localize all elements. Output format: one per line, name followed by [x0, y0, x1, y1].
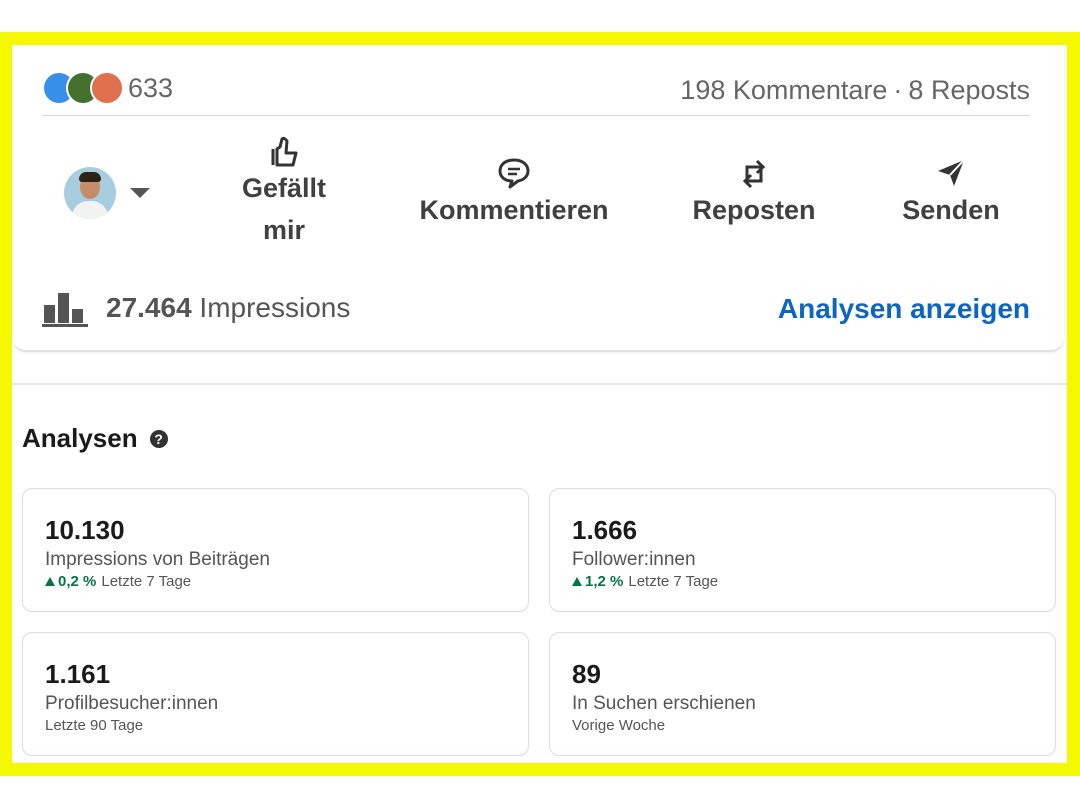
stat-period: Vorige Woche	[572, 717, 666, 734]
reposts-count-link[interactable]: 8 Reposts	[908, 75, 1030, 105]
thumbs-up-icon	[271, 136, 298, 167]
send-icon	[938, 159, 965, 186]
like-label: Gefällt mir	[241, 173, 327, 245]
stat-label: Impressions von Beiträgen	[45, 549, 270, 570]
separator-dot: ·	[893, 75, 903, 105]
post-card: 633 198 Kommentare · 8 Reposts Gefällt m…	[12, 45, 1064, 352]
impressions-text: 27.464 Impressions	[106, 292, 350, 324]
post-action-bar: Gefällt mir Kommentieren Reposten Senden	[64, 135, 1014, 255]
repost-button[interactable]: Reposten	[684, 157, 824, 231]
comment-label: Kommentieren	[419, 195, 609, 225]
reaction-icons	[42, 71, 124, 105]
reactions-summary[interactable]: 633	[42, 71, 173, 105]
impressions-value: 27.464	[106, 292, 192, 323]
stat-value: 1.161	[45, 659, 111, 689]
stat-period: Letzte 90 Tage	[45, 717, 144, 734]
send-label: Senden	[902, 195, 1000, 225]
social-counts-bar: 633 198 Kommentare · 8 Reposts	[42, 59, 1030, 116]
comment-button[interactable]: Kommentieren	[409, 157, 619, 231]
send-button[interactable]: Senden	[896, 157, 1006, 231]
stat-period: Letzte 7 Tage	[101, 573, 192, 590]
avatar	[64, 167, 116, 219]
analytics-title: Analysen	[22, 423, 138, 453]
stat-period: Letzte 7 Tage	[628, 573, 719, 590]
stat-label: Follower:innen	[572, 549, 696, 570]
linkedin-post-panel: 633 198 Kommentare · 8 Reposts Gefällt m…	[12, 45, 1067, 763]
reaction-count: 633	[128, 72, 174, 103]
divider	[12, 383, 1067, 385]
impressions-label: Impressions	[199, 292, 351, 323]
analytics-heading: Analysen ?	[22, 423, 168, 454]
stat-value: 89	[572, 659, 601, 689]
comments-count-link[interactable]: 198 Kommentare	[680, 75, 887, 105]
stat-value: 10.130	[45, 515, 125, 545]
stat-value: 1.666	[572, 515, 638, 545]
love-reaction-icon	[90, 71, 124, 105]
stat-subline: 1,2 % Letzte 7 Tage	[572, 573, 718, 590]
stat-subline: 0,2 % Letzte 7 Tage	[45, 573, 191, 590]
bar-chart-icon	[42, 293, 88, 327]
stat-card-profile-visitors[interactable]: 1.161 Profilbesucher:innen Letzte 90 Tag…	[22, 632, 529, 756]
stat-label: Profilbesucher:innen	[45, 693, 219, 714]
stat-label: In Suchen erschienen	[572, 693, 756, 714]
trend-value: 1,2 %	[585, 573, 624, 590]
caret-down-icon	[130, 188, 150, 198]
comment-icon	[498, 158, 530, 189]
like-button[interactable]: Gefällt mir	[229, 135, 339, 251]
repost-label: Reposten	[692, 195, 816, 225]
stat-card-search-appearances[interactable]: 89 In Suchen erschienen Vorige Woche	[549, 632, 1056, 756]
highlight-frame: 633 198 Kommentare · 8 Reposts Gefällt m…	[0, 32, 1080, 776]
question-circle-icon[interactable]: ?	[149, 429, 168, 448]
trend-up-icon	[45, 577, 55, 586]
trend-value: 0,2 %	[58, 573, 97, 590]
comments-reposts-summary: 198 Kommentare · 8 Reposts	[680, 75, 1030, 106]
trend-up-icon	[572, 577, 582, 586]
stat-subline: Vorige Woche	[572, 717, 665, 734]
stat-card-post-impressions[interactable]: 10.130 Impressions von Beiträgen 0,2 % L…	[22, 488, 529, 612]
stat-subline: Letzte 90 Tage	[45, 717, 143, 734]
stat-card-followers[interactable]: 1.666 Follower:innen 1,2 % Letzte 7 Tage	[549, 488, 1056, 612]
reaction-identity-selector[interactable]	[64, 167, 150, 219]
impressions-summary: 27.464 Impressions	[42, 289, 350, 327]
repost-icon	[742, 159, 766, 189]
show-analytics-link[interactable]: Analysen anzeigen	[778, 293, 1030, 325]
